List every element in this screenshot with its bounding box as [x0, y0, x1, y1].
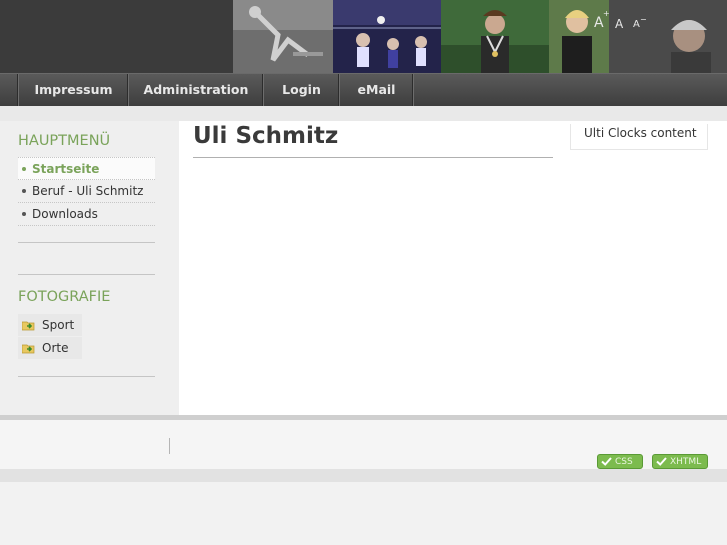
menu-item-beruf[interactable]: Beruf - Uli Schmitz: [18, 180, 155, 203]
photo-item-orte[interactable]: Orte: [18, 337, 82, 359]
nav-separator: [338, 74, 340, 106]
site-header: A + A A −: [0, 0, 727, 73]
sports-photo-portrait: [609, 0, 727, 73]
sports-photo-volleyball: [333, 0, 441, 73]
nav-item-impressum[interactable]: Impressum: [20, 74, 127, 106]
menu-item-label: Startseite: [32, 162, 100, 176]
photo-item-label: Orte: [42, 341, 69, 355]
subheader-strip: [0, 106, 727, 121]
bullet-icon: [22, 166, 26, 171]
font-increase-button[interactable]: A +: [594, 9, 610, 31]
font-decrease-button[interactable]: A −: [633, 15, 647, 30]
module-divider: [18, 242, 155, 243]
module-divider: [18, 376, 155, 377]
footer-divider: [169, 438, 170, 454]
badge-label: CSS: [615, 457, 633, 467]
sports-photo-runner: [441, 0, 549, 73]
badge-label: XHTML: [670, 457, 702, 467]
photo-item-label: Sport: [42, 318, 75, 332]
photo-menu-title: FOTOGRAFIE: [18, 289, 111, 305]
nav-separator: [262, 74, 264, 106]
folder-arrow-icon: [22, 344, 35, 354]
folder-arrow-icon: [22, 321, 35, 331]
page-bottom: [0, 482, 727, 545]
css-valid-badge[interactable]: CSS: [597, 454, 643, 469]
photo-item-sport[interactable]: Sport: [18, 314, 82, 336]
nav-item-email[interactable]: eMail: [341, 74, 412, 106]
title-underline: [193, 157, 553, 158]
page-title: Uli Schmitz: [193, 123, 339, 149]
main-content: Uli Schmitz Ulti Clocks content: [179, 121, 727, 415]
sports-photo-skateboard: [233, 0, 333, 73]
nav-separator: [412, 74, 414, 106]
footer-strip: [0, 469, 727, 482]
menu-item-startseite[interactable]: Startseite: [18, 157, 155, 180]
bullet-icon: [22, 188, 26, 193]
font-normal-button[interactable]: A: [615, 17, 623, 31]
clock-module: Ulti Clocks content: [570, 124, 708, 150]
footer: CSS XHTML: [0, 420, 727, 469]
xhtml-valid-badge[interactable]: XHTML: [652, 454, 708, 469]
nav-separator: [127, 74, 129, 106]
sports-photo-athlete: [549, 0, 609, 73]
nav-separator: [17, 74, 19, 106]
top-nav: Impressum Administration Login eMail: [0, 73, 727, 106]
module-divider: [18, 274, 155, 275]
header-banner: [233, 0, 727, 73]
nav-item-administration[interactable]: Administration: [130, 74, 262, 106]
main-menu-title: HAUPTMENÜ: [18, 133, 111, 149]
check-icon: [601, 457, 612, 466]
sidebar: HAUPTMENÜ Startseite Beruf - Uli Schmitz…: [0, 121, 179, 415]
nav-item-login[interactable]: Login: [265, 74, 338, 106]
menu-item-downloads[interactable]: Downloads: [18, 203, 155, 226]
check-icon: [656, 457, 667, 466]
menu-item-label: Beruf - Uli Schmitz: [32, 184, 144, 198]
bullet-icon: [22, 211, 26, 216]
menu-item-label: Downloads: [32, 207, 98, 221]
